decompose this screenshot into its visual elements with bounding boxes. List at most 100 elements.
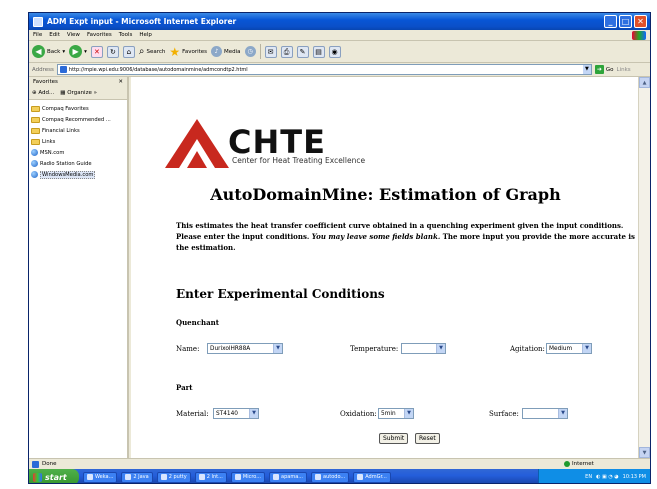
minimize-button[interactable]: _: [604, 15, 617, 28]
part-heading: Part: [176, 383, 193, 392]
favorites-button[interactable]: ★ Favorites: [169, 46, 207, 58]
favorites-tools: ⊕ Add... ▦ Organize »: [29, 87, 127, 100]
intro-text: This estimates the heat transfer coeffic…: [176, 220, 640, 253]
go-button[interactable]: ➜ Go: [594, 65, 614, 74]
favorite-label: Compaq Recommended ...: [42, 116, 111, 123]
mail-icon[interactable]: ✉: [264, 45, 277, 58]
favorites-label: Favorites: [182, 48, 208, 55]
favorite-item[interactable]: MSN.com: [31, 147, 125, 158]
ie-icon: [33, 16, 43, 27]
taskbar-item-label: AdmGr...: [365, 474, 387, 480]
favorite-item[interactable]: WindowsMedia.com: [31, 169, 125, 180]
forward-button[interactable]: ▶ ▾: [69, 45, 87, 58]
stop-icon[interactable]: ✕: [90, 45, 103, 58]
quenchant-heading: Quenchant: [176, 318, 219, 327]
media-button[interactable]: ♪ Media: [211, 46, 241, 57]
edit-icon[interactable]: ✎: [296, 45, 309, 58]
chevron-down-icon[interactable]: ▼: [582, 65, 591, 74]
taskbar-item[interactable]: apama...: [269, 471, 308, 483]
language-indicator[interactable]: EN: [585, 474, 592, 480]
taskbar-item-label: apama...: [281, 474, 304, 480]
maximize-button[interactable]: □: [619, 15, 632, 28]
agitation-value: Medium: [549, 345, 573, 352]
intro-italic: You may leave some fields blank.: [311, 232, 441, 241]
app-icon: [160, 474, 167, 480]
favorite-item[interactable]: Financial Links: [31, 125, 125, 136]
title-bar: ADM Expt input - Microsoft Internet Expl…: [29, 13, 650, 30]
scroll-up-icon[interactable]: ▲: [639, 77, 650, 88]
start-label: start: [45, 472, 67, 482]
tray-icons[interactable]: ◐ ▣ ◔ ◕: [596, 474, 619, 480]
taskbar-item[interactable]: 2 putty: [156, 471, 191, 483]
links-button[interactable]: Links: [617, 67, 631, 73]
vertical-scrollbar[interactable]: ▲ ▼: [638, 77, 650, 458]
oxidation-select[interactable]: 5min ▼: [378, 408, 414, 419]
taskbar-item[interactable]: 2 Int...: [194, 471, 227, 483]
name-label: Name:: [176, 345, 200, 353]
globe-icon: [31, 160, 38, 167]
scroll-down-icon[interactable]: ▼: [639, 447, 650, 458]
address-url: http://mpie.wpi.edu:9006/database/autodo…: [68, 66, 248, 73]
close-icon[interactable]: ✕: [118, 79, 123, 85]
favorites-title: Favorites: [33, 79, 58, 85]
system-tray: EN ◐ ▣ ◔ ◕ 10:13 PM: [538, 469, 650, 483]
address-input[interactable]: http://mpie.wpi.edu:9006/database/autodo…: [56, 64, 592, 75]
chevron-down-icon: ▼: [249, 409, 258, 418]
home-icon[interactable]: ⌂: [122, 45, 135, 58]
favorite-label: WindowsMedia.com: [40, 170, 96, 179]
quenchant-name-select[interactable]: DurixolHR88A ▼: [207, 343, 283, 354]
reset-button[interactable]: Reset: [415, 433, 440, 444]
go-label: Go: [605, 66, 614, 73]
folder-icon: [31, 116, 40, 123]
material-select[interactable]: ST4140 ▼: [213, 408, 259, 419]
organize-button[interactable]: ▦ Organize »: [60, 90, 97, 96]
favorite-item[interactable]: Compaq Recommended ...: [31, 114, 125, 125]
history-icon[interactable]: ◷: [244, 46, 256, 57]
add-favorite-button[interactable]: ⊕ Add...: [32, 90, 54, 96]
taskbar-item[interactable]: autodo...: [311, 471, 350, 483]
taskbar-item[interactable]: 2 Java: [121, 471, 153, 483]
media-icon: ♪: [211, 46, 223, 57]
favorite-item[interactable]: Compaq Favorites: [31, 103, 125, 114]
favorite-item[interactable]: Radio Station Guide: [31, 158, 125, 169]
messenger-icon[interactable]: ◉: [328, 45, 341, 58]
taskbar-item[interactable]: Weka...: [83, 471, 118, 483]
taskbar-item[interactable]: AdmGr...: [353, 471, 391, 483]
search-button[interactable]: ⌕ Search: [139, 46, 166, 57]
close-button[interactable]: ✕: [634, 15, 647, 28]
submit-button[interactable]: Submit: [379, 433, 409, 444]
favorite-item[interactable]: Links: [31, 136, 125, 147]
refresh-icon[interactable]: ↻: [106, 45, 119, 58]
menu-file[interactable]: File: [33, 32, 42, 38]
menu-view[interactable]: View: [67, 32, 80, 38]
address-label: Address: [32, 66, 54, 73]
app-icon: [357, 474, 364, 480]
surface-select[interactable]: ▼: [522, 408, 568, 419]
surface-label: Surface:: [489, 410, 519, 418]
menu-tools[interactable]: Tools: [119, 32, 133, 38]
menu-favorites[interactable]: Favorites: [87, 32, 112, 38]
print-icon[interactable]: ⎙: [280, 45, 293, 58]
discuss-icon[interactable]: ▤: [312, 45, 325, 58]
globe-icon: [31, 149, 38, 156]
oxidation-value: 5min: [381, 410, 396, 417]
clock: 10:13 PM: [622, 474, 646, 480]
search-label: Search: [146, 48, 166, 55]
menu-edit[interactable]: Edit: [49, 32, 60, 38]
folder-icon: [315, 474, 322, 480]
agitation-select[interactable]: Medium ▼: [546, 343, 592, 354]
favorites-panel: Favorites ✕ ⊕ Add... ▦ Organize » Compaq…: [29, 77, 129, 458]
back-button[interactable]: ◀ Back ▾: [32, 45, 65, 58]
page-icon: [32, 460, 39, 468]
menu-bar: File Edit View Favorites Tools Help: [29, 30, 650, 41]
favorite-label: MSN.com: [40, 149, 65, 156]
organize-label: Organize: [67, 90, 92, 96]
app-icon: [234, 474, 241, 480]
menu-help[interactable]: Help: [139, 32, 152, 38]
taskbar-item[interactable]: Micro...: [230, 471, 266, 483]
forward-arrow-icon: ▶: [69, 45, 83, 58]
taskbar-item-label: autodo...: [323, 474, 346, 480]
start-button[interactable]: start: [29, 469, 79, 483]
favorite-label: Financial Links: [42, 127, 80, 134]
temperature-select[interactable]: ▼: [401, 343, 446, 354]
